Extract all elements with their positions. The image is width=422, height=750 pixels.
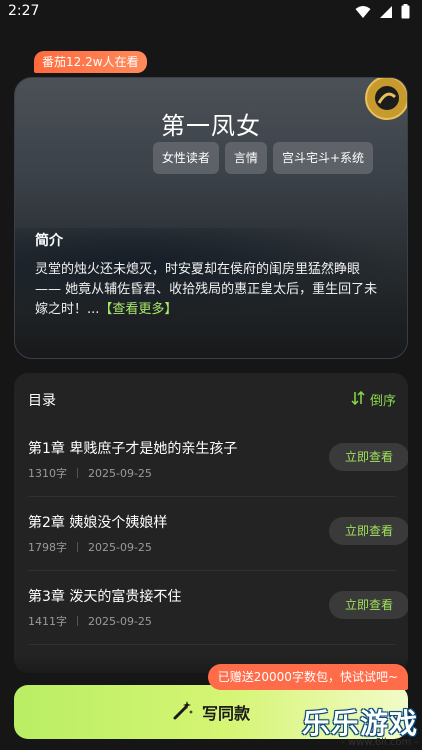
- intro-heading: 简介: [35, 233, 63, 249]
- intro-body: 灵堂的烛火还未熄灭，时安夏却在侯府的闺房里猛然睁眼—— 她竟从辅佐昏君、收拾残局…: [35, 262, 378, 317]
- see-more-link[interactable]: 【查看更多】: [99, 302, 177, 317]
- gift-word-pack-badge: 已赠送20000字数包，快试试吧~: [207, 664, 408, 690]
- chapter-word-count: 1411字: [28, 615, 67, 628]
- chapter-row[interactable]: 第2章 姨娘没个姨娘样 1798字 2025-09-25 立即查看: [28, 496, 408, 571]
- write-same-style-button[interactable]: 写同款: [14, 685, 408, 739]
- status-bar: 2:27: [0, 0, 422, 24]
- signal-icon: [379, 4, 393, 23]
- sort-icon: [351, 390, 365, 409]
- tag-list: 女性读者 言情 宫斗宅斗+系统: [152, 142, 373, 174]
- tag-item: 言情: [224, 142, 267, 174]
- chapter-title: 第2章 姨娘没个姨娘样: [28, 515, 168, 531]
- chapter-date: 2025-09-25: [88, 540, 152, 554]
- read-now-button[interactable]: 立即查看: [329, 591, 408, 619]
- intro-text: 灵堂的烛火还未熄灭，时安夏却在侯府的闺房里猛然睁眼—— 她竟从辅佐昏君、收拾残局…: [35, 260, 385, 320]
- chapter-date: 2025-09-25: [88, 466, 152, 480]
- wifi-icon: [355, 4, 371, 23]
- tag-item: 宫斗宅斗+系统: [272, 142, 373, 174]
- magic-wand-icon: [172, 699, 194, 725]
- sort-label: 倒序: [369, 394, 396, 409]
- toc-title: 目录: [28, 393, 56, 409]
- book-title: 第一凤女: [161, 112, 261, 140]
- read-now-button[interactable]: 立即查看: [329, 517, 408, 545]
- sort-order-button[interactable]: 倒序: [351, 390, 396, 409]
- chapter-row[interactable]: 第1章 卑贱庶子才是她的亲生孩子 1310字 2025-09-25 立即查看: [28, 422, 408, 497]
- table-of-contents: 目录 倒序 第1章 卑贱庶子才是她的亲生孩子 1310字 2025-09-25 …: [14, 373, 408, 673]
- write-button-label: 写同款: [201, 704, 250, 723]
- tag-item: 女性读者: [152, 142, 219, 174]
- chapter-title: 第1章 卑贱庶子才是她的亲生孩子: [28, 441, 238, 457]
- book-info-card: 第一凤女 女性读者 言情 宫斗宅斗+系统 简介 灵堂的烛火还未熄灭，时安夏却在侯…: [14, 77, 408, 359]
- readers-count-badge: 番茄12.2w人在看: [34, 51, 147, 73]
- chapter-word-count: 1310字: [28, 467, 67, 480]
- read-now-button[interactable]: 立即查看: [329, 443, 408, 471]
- chapter-word-count: 1798字: [28, 541, 67, 554]
- status-time: 2:27: [8, 3, 40, 19]
- chapter-row[interactable]: 第3章 泼天的富贵接不住 1411字 2025-09-25 立即查看: [28, 570, 408, 645]
- battery-icon: [401, 4, 410, 23]
- chapter-title: 第3章 泼天的富贵接不住: [28, 589, 182, 605]
- chapter-date: 2025-09-25: [88, 614, 152, 628]
